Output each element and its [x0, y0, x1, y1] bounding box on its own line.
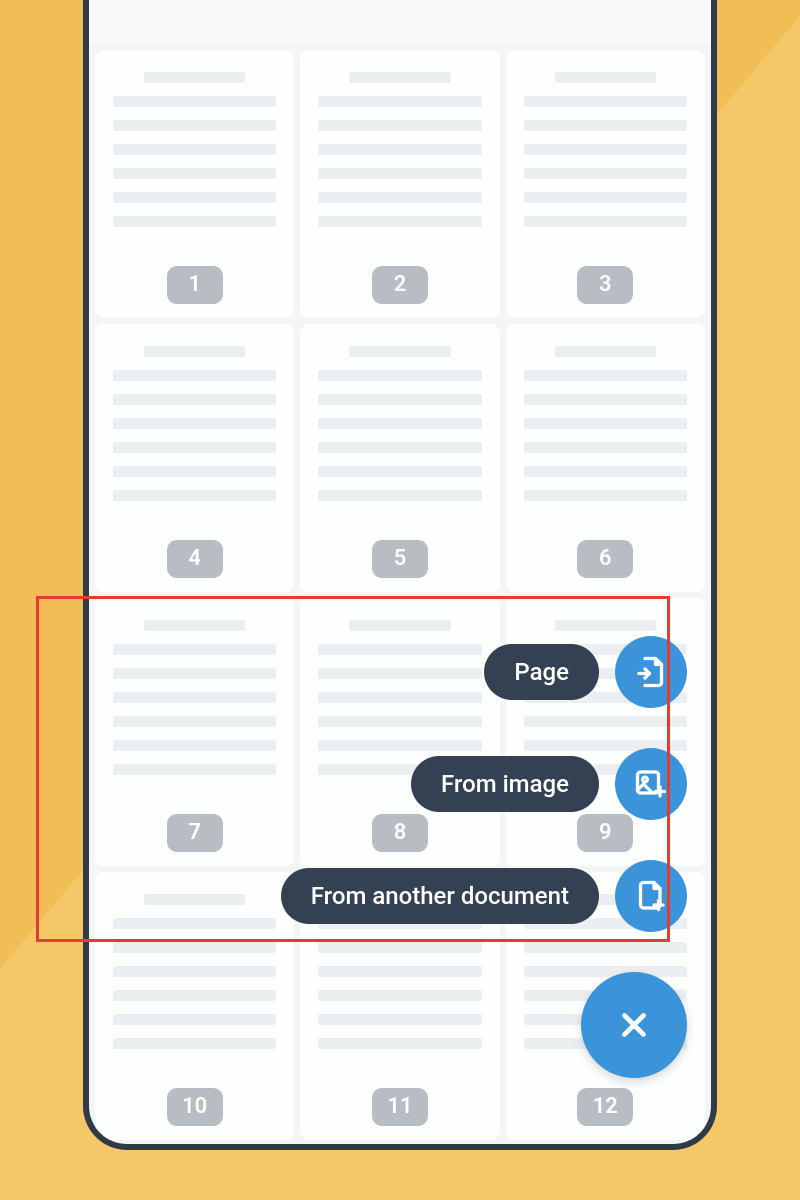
action-label: From image — [411, 756, 599, 812]
action-label: From another document — [281, 868, 599, 924]
page-thumb[interactable]: 4 — [95, 324, 294, 592]
page-number-badge: 4 — [167, 540, 223, 578]
thumb-lines — [318, 72, 481, 227]
page-number-badge: 5 — [372, 540, 428, 578]
action-label: Page — [484, 644, 599, 700]
page-thumb[interactable]: 2 — [300, 50, 499, 318]
page-thumb[interactable]: 10 — [95, 872, 294, 1140]
page-arrow-icon[interactable] — [615, 636, 687, 708]
page-number-badge: 6 — [577, 540, 633, 578]
thumb-lines — [113, 620, 276, 775]
add-page-from-image-action[interactable]: From image — [411, 748, 687, 820]
page-thumb[interactable]: 7 — [95, 598, 294, 866]
thumb-lines — [113, 894, 276, 1049]
thumb-lines — [318, 346, 481, 501]
thumb-lines — [113, 346, 276, 501]
page-number-badge: 3 — [577, 266, 633, 304]
thumb-lines — [524, 346, 687, 501]
add-blank-page-action[interactable]: Page — [484, 636, 687, 708]
page-thumb[interactable]: 1 — [95, 50, 294, 318]
add-page-menu: Page From image — [281, 636, 687, 1078]
status-bar — [89, 0, 711, 44]
close-icon — [615, 1006, 653, 1044]
page-number-badge: 12 — [577, 1088, 633, 1126]
page-thumb[interactable]: 6 — [506, 324, 705, 592]
page-number-badge: 7 — [167, 814, 223, 852]
close-add-menu-button[interactable] — [581, 972, 687, 1078]
file-plus-icon[interactable] — [615, 860, 687, 932]
thumb-lines — [113, 72, 276, 227]
page-thumb[interactable]: 3 — [506, 50, 705, 318]
page-number-badge: 10 — [167, 1088, 223, 1126]
image-plus-icon[interactable] — [615, 748, 687, 820]
device-frame: 1 2 3 4 5 — [83, 0, 717, 1150]
page-thumb[interactable]: 5 — [300, 324, 499, 592]
add-page-from-document-action[interactable]: From another document — [281, 860, 687, 932]
page-number-badge: 11 — [372, 1088, 428, 1126]
page-number-badge: 1 — [167, 266, 223, 304]
thumb-lines — [524, 72, 687, 227]
page-number-badge: 2 — [372, 266, 428, 304]
